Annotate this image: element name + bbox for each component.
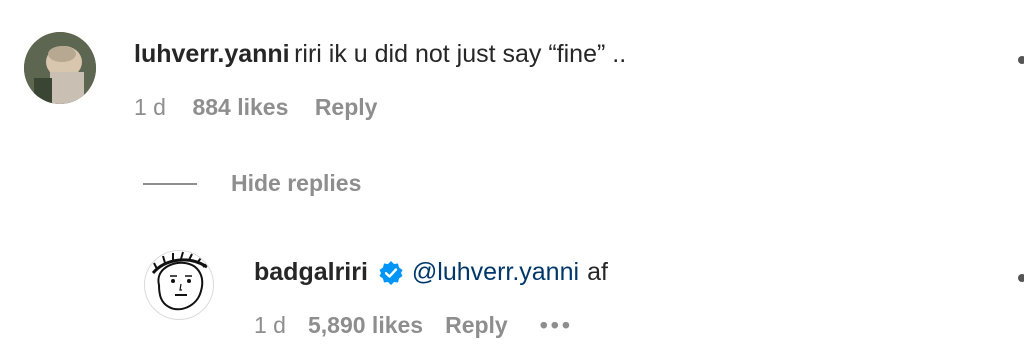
comment-like-icon-edge[interactable] <box>1018 56 1024 64</box>
comment-line: luhverr.yanni riri ik u did not just say… <box>134 40 626 69</box>
replies-divider-line <box>143 183 197 185</box>
comment-text: riri ik u did not just say “fine” .. <box>294 40 627 68</box>
comment-timestamp[interactable]: 1 d <box>134 94 166 120</box>
avatar-drawing <box>151 251 209 311</box>
hide-replies-button[interactable]: Hide replies <box>231 170 361 197</box>
reply-mention-link[interactable]: @luhverr.yanni <box>412 258 579 287</box>
verified-badge-icon <box>378 260 404 286</box>
reply-likes-count[interactable]: 5,890 likes <box>308 312 423 339</box>
reply-meta: 1 d 5,890 likes Reply ••• <box>254 312 595 339</box>
reply-timestamp[interactable]: 1 d <box>254 312 286 339</box>
comment-meta: 1 d 884 likes Reply <box>134 94 399 121</box>
reply-like-icon-edge[interactable] <box>1018 274 1024 282</box>
comment-reply-button[interactable]: Reply <box>315 94 378 120</box>
reply-reply-button[interactable]: Reply <box>445 312 508 339</box>
avatar-luhverr-yanni[interactable] <box>24 32 96 104</box>
comment-username[interactable]: luhverr.yanni <box>134 40 290 68</box>
avatar-badgalriri[interactable] <box>144 250 214 320</box>
reply-username[interactable]: badgalriri <box>254 258 368 287</box>
comment-likes-count[interactable]: 884 likes <box>192 94 288 120</box>
more-options-icon[interactable]: ••• <box>540 312 573 339</box>
avatar-photo <box>24 32 96 104</box>
reply-text: af <box>587 258 608 286</box>
reply-line: badgalriri @luhverr.yanni af <box>254 258 608 287</box>
